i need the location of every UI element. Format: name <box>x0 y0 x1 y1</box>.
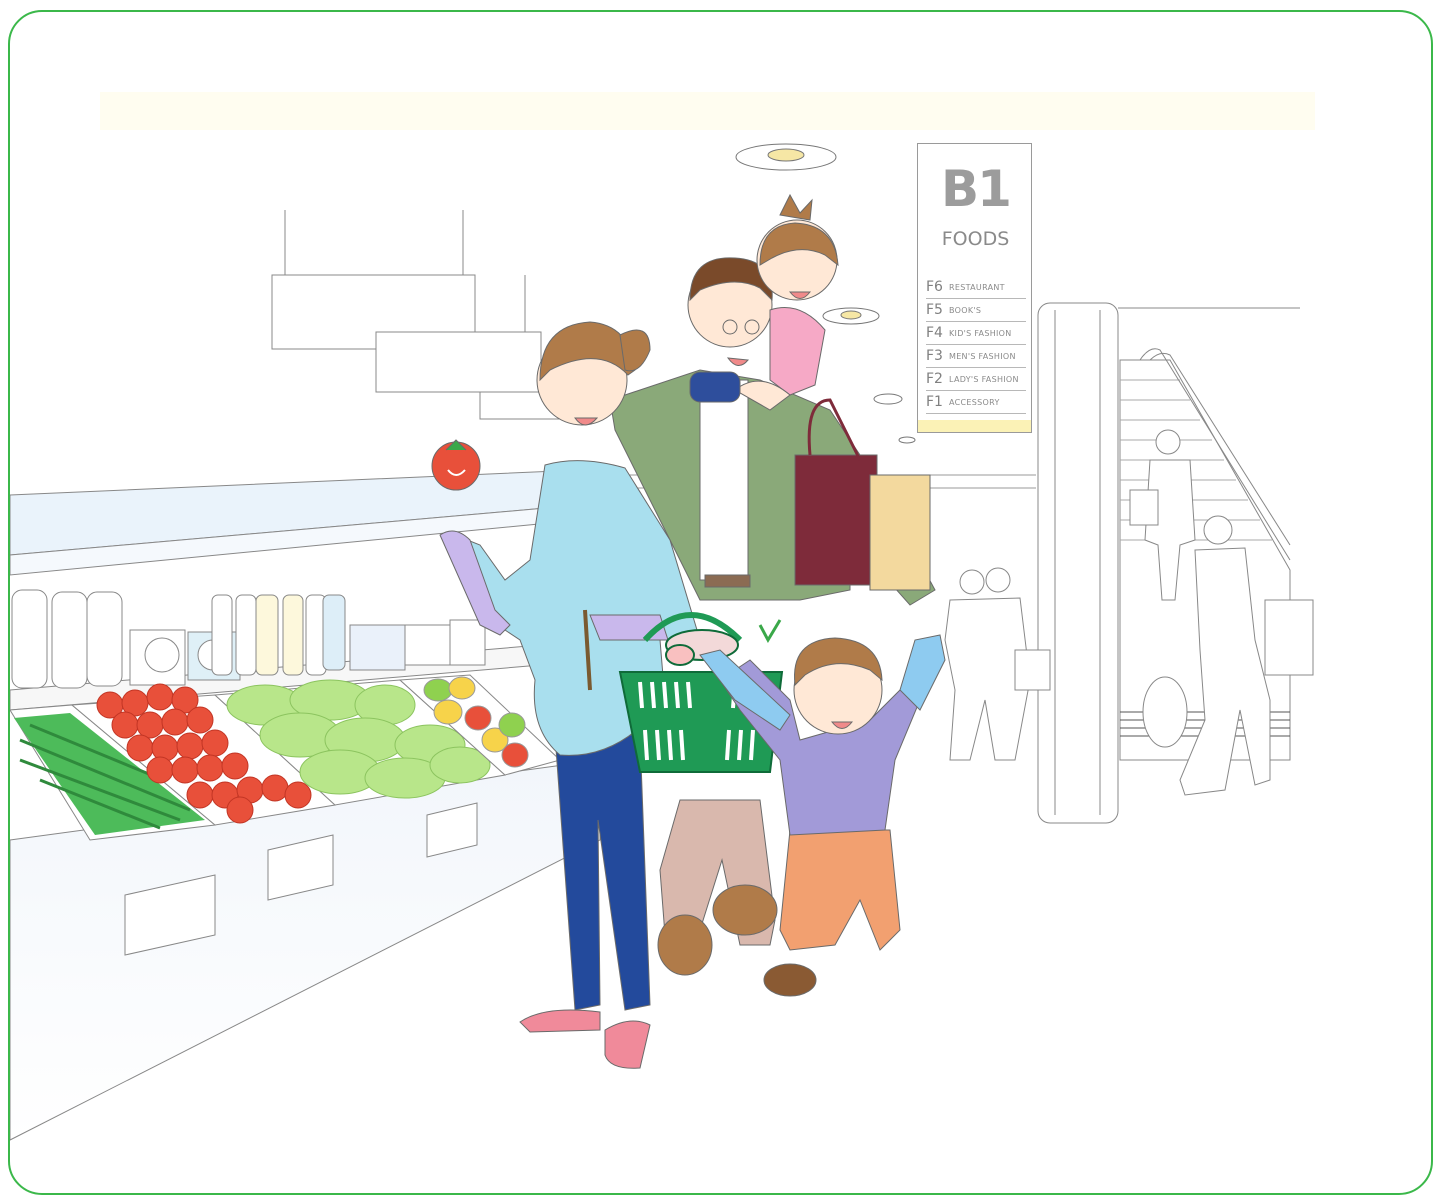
floor-directory-sign: B1 FOODS F6 RESTAURANT F5 BOOK'S F4 KID'… <box>917 143 1032 433</box>
directory-floor-item: F1 ACCESSORY <box>926 391 1026 414</box>
hanging-signs <box>271 210 571 420</box>
directory-floor-list: F6 RESTAURANT F5 BOOK'S F4 KID'S FASHION… <box>926 276 1026 414</box>
floor-number: F6 <box>926 279 943 295</box>
floor-name: LADY'S FASHION <box>949 374 1019 384</box>
directory-stripe <box>918 420 1031 432</box>
floor-name: ACCESSORY <box>949 397 1000 407</box>
directory-floor-item: F3 MEN'S FASHION <box>926 345 1026 368</box>
floor-name: KID'S FASHION <box>949 328 1012 338</box>
directory-floor-item: F5 BOOK'S <box>926 299 1026 322</box>
directory-level: B1 <box>941 160 1012 218</box>
floor-name: BOOK'S <box>949 305 982 315</box>
scene-artwork <box>9 92 1315 1141</box>
floor-number: F4 <box>926 325 943 341</box>
ceiling-band <box>100 92 1315 130</box>
floor-number: F5 <box>926 302 943 318</box>
directory-department: FOODS <box>941 228 1010 250</box>
directory-floor-item: F4 KID'S FASHION <box>926 322 1026 345</box>
floor-name: RESTAURANT <box>949 282 1005 292</box>
directory-floor-item: F2 LADY'S FASHION <box>926 368 1026 391</box>
directory-floor-item: F6 RESTAURANT <box>926 276 1026 299</box>
floor-name: MEN'S FASHION <box>949 351 1016 361</box>
floor-number: F1 <box>926 394 943 410</box>
floor-number: F2 <box>926 371 943 387</box>
supermarket-illustration: B1 FOODS F6 RESTAURANT F5 BOOK'S F4 KID'… <box>0 0 1445 1201</box>
floor-number: F3 <box>926 348 943 364</box>
